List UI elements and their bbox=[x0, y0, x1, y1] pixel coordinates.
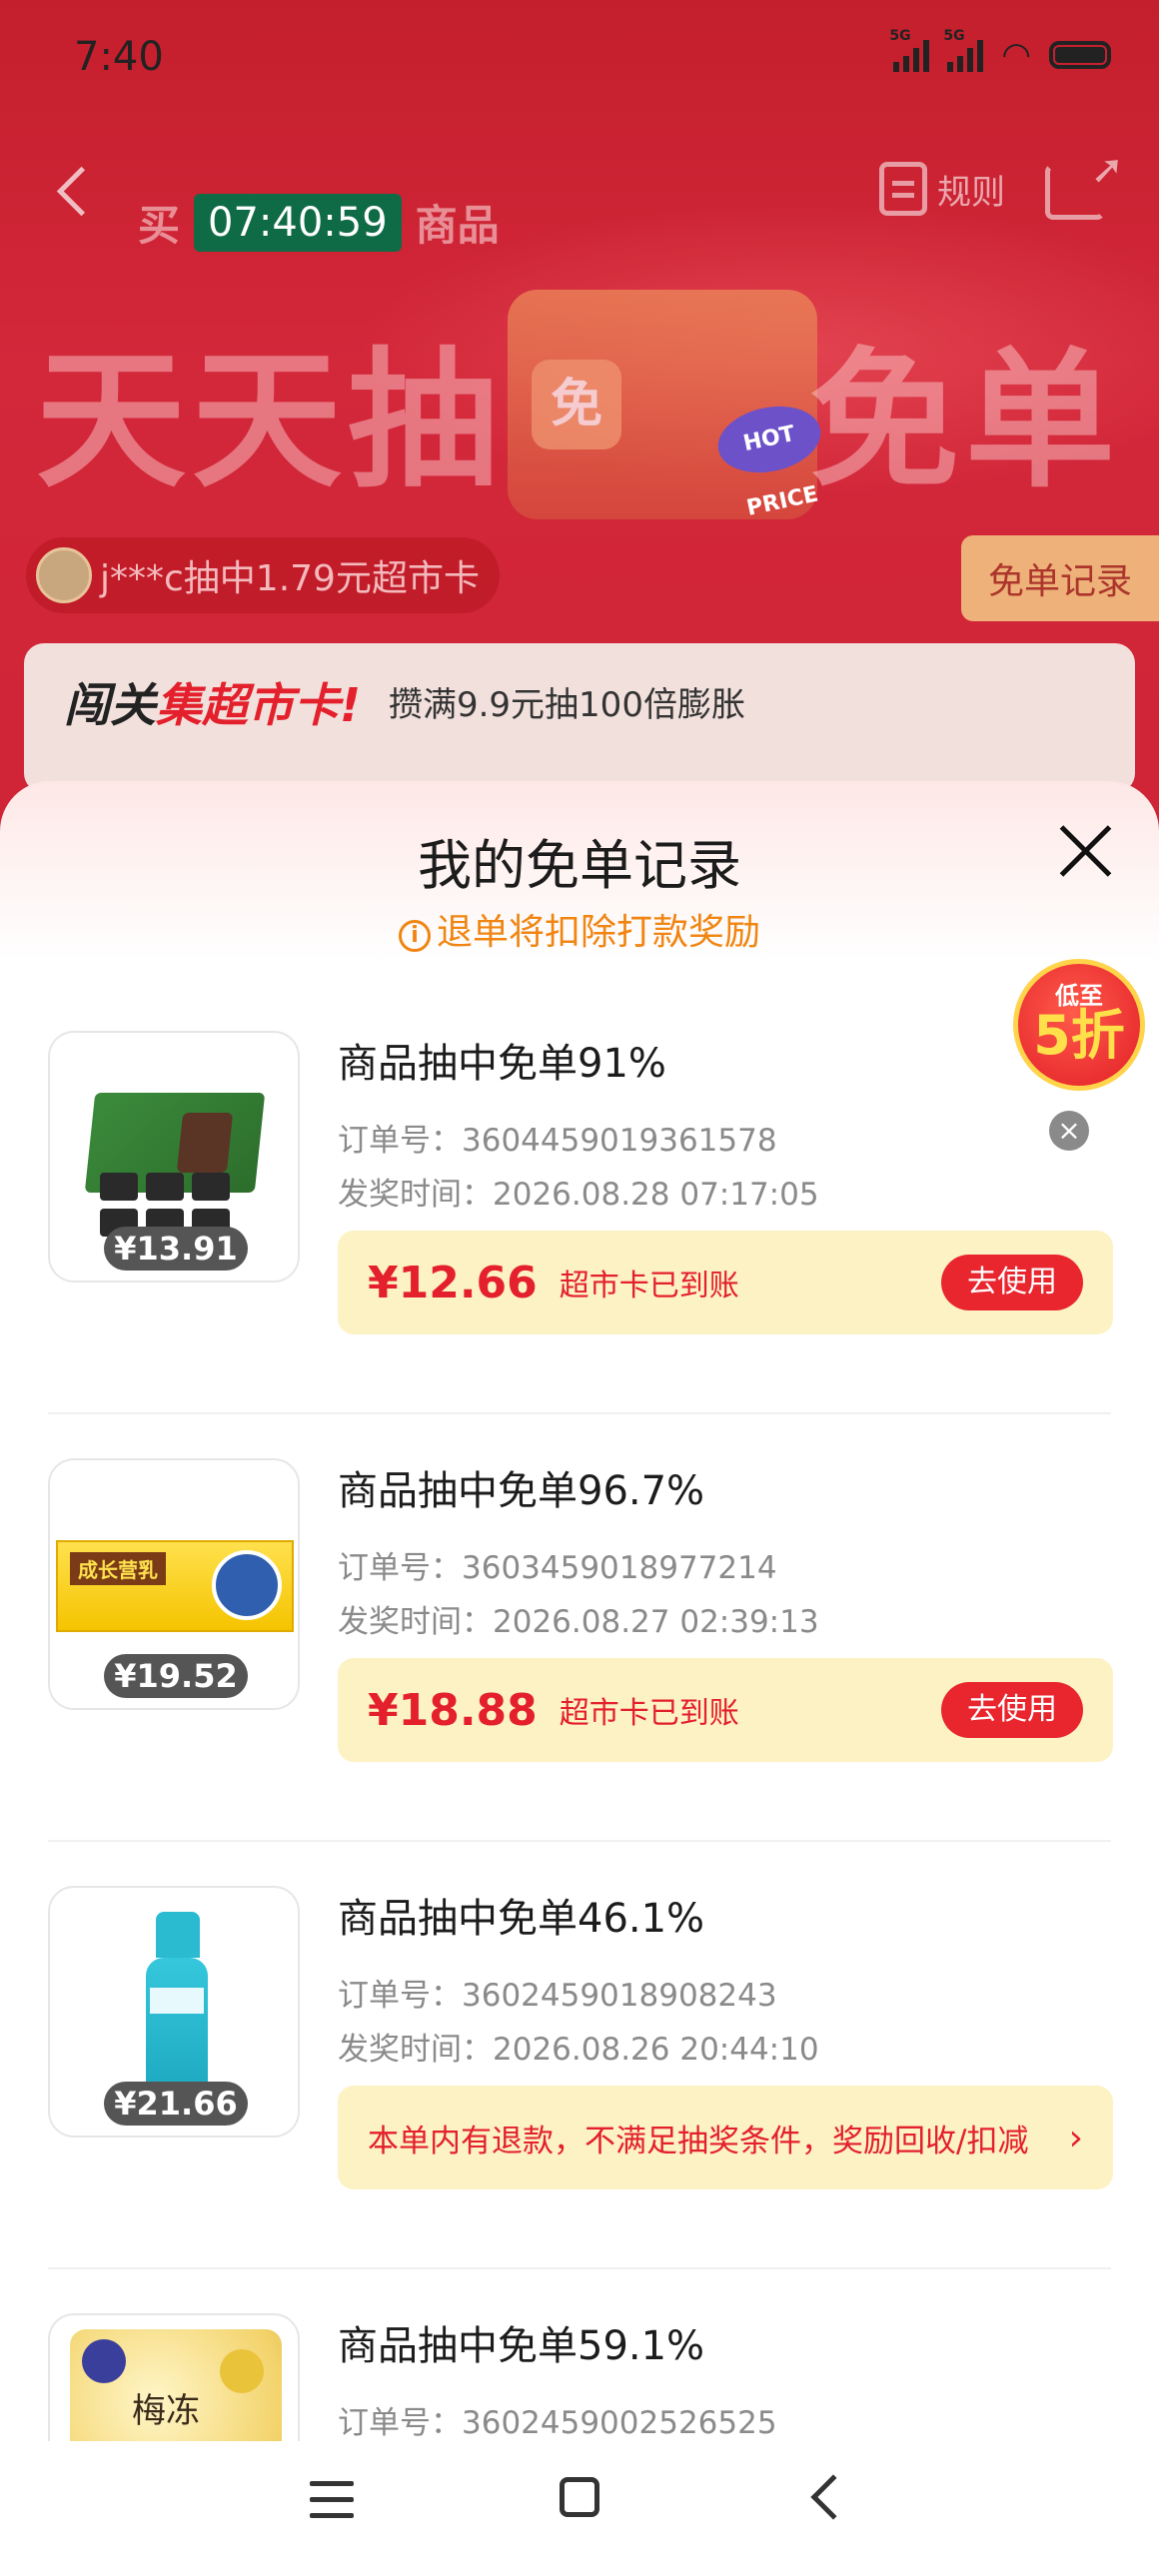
winner-text: j***c抽中1.79元超市卡 bbox=[100, 558, 480, 599]
record-title: 商品抽中免单96.7% bbox=[338, 1468, 705, 1514]
reward-box: ¥18.88 超市卡已到账 去使用 bbox=[338, 1658, 1113, 1762]
award-time: 发奖时间：2026.08.27 02:39:13 bbox=[338, 1604, 819, 1640]
refund-notice-text: 本单内有退款，不满足抽奖条件，奖励回收/扣减 bbox=[368, 2123, 1029, 2159]
status-icons: 5G 5G ◠ bbox=[889, 28, 1111, 75]
network-type-label: 5G bbox=[889, 28, 911, 44]
product-thumbnail[interactable]: 成长营乳 ¥19.52 bbox=[48, 1458, 300, 1710]
signal-icon: 5G bbox=[889, 28, 930, 72]
order-number: 订单号：3603459018977214 bbox=[338, 1550, 777, 1586]
status-bar: 7:40 5G 5G ◠ bbox=[0, 0, 1159, 110]
product-price-tag: ¥13.91 bbox=[104, 1227, 248, 1271]
record-title: 商品抽中免单59.1% bbox=[338, 2323, 705, 2369]
product-price-tag: ¥19.52 bbox=[104, 1654, 248, 1698]
cartoon-dog-image bbox=[212, 1550, 282, 1620]
promo-prefix: 闯关 bbox=[64, 678, 156, 732]
rules-label: 规则 bbox=[937, 172, 1005, 213]
use-button[interactable]: 去使用 bbox=[941, 1255, 1083, 1310]
info-icon: i bbox=[398, 920, 431, 952]
refund-notice[interactable]: 本单内有退款，不满足抽奖条件，奖励回收/扣减 › bbox=[338, 2086, 1113, 2189]
award-time: 发奖时间：2026.08.26 20:44:10 bbox=[338, 2032, 819, 2068]
network-type-label-2: 5G bbox=[943, 28, 965, 44]
share-icon[interactable] bbox=[1045, 147, 1124, 220]
promo-highlight: 集超市卡! bbox=[156, 678, 361, 732]
avatar bbox=[36, 547, 92, 603]
close-icon[interactable] bbox=[1057, 823, 1113, 879]
record-title: 商品抽中免单46.1% bbox=[338, 1896, 705, 1942]
rules-button[interactable]: 规则 bbox=[879, 162, 1005, 216]
milk-box-image: 成长营乳 bbox=[56, 1540, 294, 1632]
countdown-timer: 07:40:59 bbox=[194, 193, 402, 252]
subtitle-prefix: 买 bbox=[138, 201, 181, 250]
promo-description: 攒满9.9元抽100倍膨胀 bbox=[388, 685, 745, 725]
free-order-record-button[interactable]: 免单记录 bbox=[961, 535, 1159, 621]
system-navigation-bar bbox=[0, 2441, 1159, 2576]
document-icon bbox=[879, 162, 927, 216]
subtitle-suffix: 商品 bbox=[415, 201, 500, 250]
home-icon[interactable] bbox=[560, 2477, 599, 2517]
sheet-title: 我的免单记录 bbox=[418, 834, 741, 897]
reward-amount: ¥12.66 bbox=[368, 1257, 538, 1308]
promo-bar[interactable]: 闯关集超市卡! 攒满9.9元抽100倍膨胀 bbox=[24, 643, 1135, 793]
order-number: 订单号：3604459019361578 bbox=[338, 1123, 777, 1159]
record-item: 成长营乳 ¥19.52 商品抽中免单96.7% 订单号：360345901897… bbox=[0, 1414, 1159, 1842]
product-thumbnail[interactable]: ¥21.66 bbox=[48, 1886, 300, 2138]
use-button[interactable]: 去使用 bbox=[941, 1682, 1083, 1738]
campaign-subtitle: 买 07:40:59 商品 bbox=[138, 192, 500, 253]
record-item: ¥21.66 商品抽中免单46.1% 订单号：3602459018908243 … bbox=[0, 1842, 1159, 2269]
bag-label: 免 bbox=[532, 360, 621, 449]
reward-box: ¥12.66 超市卡已到账 去使用 bbox=[338, 1231, 1113, 1334]
reward-amount: ¥18.88 bbox=[368, 1684, 538, 1736]
campaign-title-left: 天天抽 bbox=[36, 335, 505, 508]
refund-warning: i 退单将扣除打款奖励 bbox=[0, 903, 1159, 955]
menu-icon[interactable] bbox=[310, 2481, 354, 2519]
product-price-tag: ¥21.66 bbox=[104, 2082, 248, 2126]
product-thumbnail[interactable]: ¥13.91 bbox=[48, 1031, 300, 1283]
reward-status: 超市卡已到账 bbox=[559, 1696, 739, 1731]
reward-status: 超市卡已到账 bbox=[559, 1269, 739, 1303]
order-number: 订单号：3602459002526525 bbox=[338, 2405, 777, 2441]
order-number: 订单号：3602459018908243 bbox=[338, 1978, 777, 2014]
campaign-banner: 7:40 5G 5G ◠ 买 07:40:59 商品 规则 天天抽 免 HOT … bbox=[0, 0, 1159, 899]
battery-icon bbox=[1049, 41, 1111, 69]
back-icon[interactable] bbox=[52, 162, 92, 222]
free-order-records-sheet: 我的免单记录 i 退单将扣除打款奖励 低至 5折 × ¥13.91 商品抽中免单9… bbox=[0, 781, 1159, 2576]
wifi-icon: ◠ bbox=[1001, 35, 1031, 75]
campaign-title-right: 免单 bbox=[809, 335, 1122, 508]
award-time: 发奖时间：2026.08.28 07:17:05 bbox=[338, 1177, 819, 1213]
status-time: 7:40 bbox=[74, 34, 164, 80]
chevron-right-icon: › bbox=[1068, 2117, 1083, 2158]
back-nav-icon[interactable] bbox=[810, 2474, 856, 2520]
milk-box-label: 成长营乳 bbox=[70, 1552, 166, 1585]
winner-ticker: j***c抽中1.79元超市卡 bbox=[26, 537, 500, 613]
promo-headline: 闯关集超市卡! bbox=[64, 669, 361, 735]
record-item: ¥13.91 商品抽中免单91% 订单号：3604459019361578 发奖… bbox=[0, 987, 1159, 1414]
refund-warning-text: 退单将扣除打款奖励 bbox=[436, 912, 760, 953]
jelly-bag-label: 梅冻 bbox=[132, 2391, 200, 2431]
signal-icon-2: 5G bbox=[943, 28, 984, 72]
record-title: 商品抽中免单91% bbox=[338, 1041, 666, 1087]
